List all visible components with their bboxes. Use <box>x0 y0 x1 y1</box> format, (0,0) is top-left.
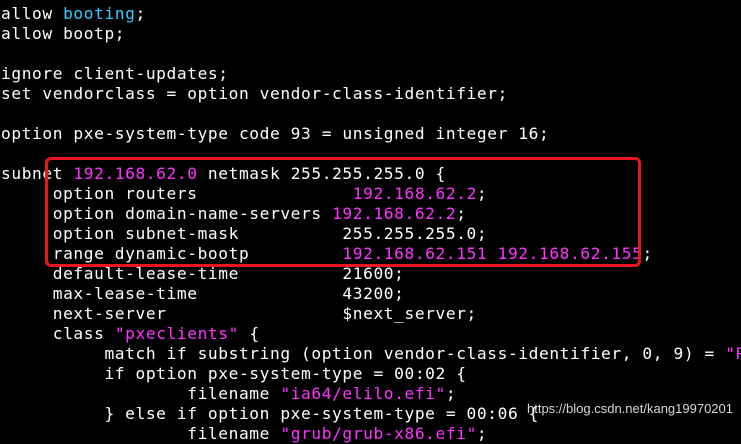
code-line: next-server $next_server; <box>1 304 477 323</box>
code-line: set vendorclass = option vendor-class-id… <box>1 84 508 103</box>
code-line: filename "grub/grub-x86.efi"; <box>1 424 488 443</box>
code-line: filename "ia64/elilo.efi"; <box>1 384 457 403</box>
code-line: option pxe-system-type code 93 = unsigne… <box>1 124 550 143</box>
code-line: ignore client-updates; <box>1 64 229 83</box>
code-line: max-lease-time 43200; <box>1 284 405 303</box>
terminal-view[interactable]: allow booting; allow bootp; ignore clien… <box>0 0 741 443</box>
code-line: } else if option pxe-system-type = 00:06… <box>1 404 539 423</box>
code-line: default-lease-time 21600; <box>1 264 405 283</box>
code-line: allow bootp; <box>1 24 126 43</box>
watermark-text: https://blog.csdn.net/kang19970201 <box>527 401 733 416</box>
highlight-annotation-box <box>45 157 641 267</box>
code-line: if option pxe-system-type = 00:02 { <box>1 364 467 383</box>
code-line: match if substring (option vendor-class-… <box>1 344 741 363</box>
code-line: class "pxeclients" { <box>1 324 260 343</box>
code-line: allow booting; <box>1 4 146 23</box>
